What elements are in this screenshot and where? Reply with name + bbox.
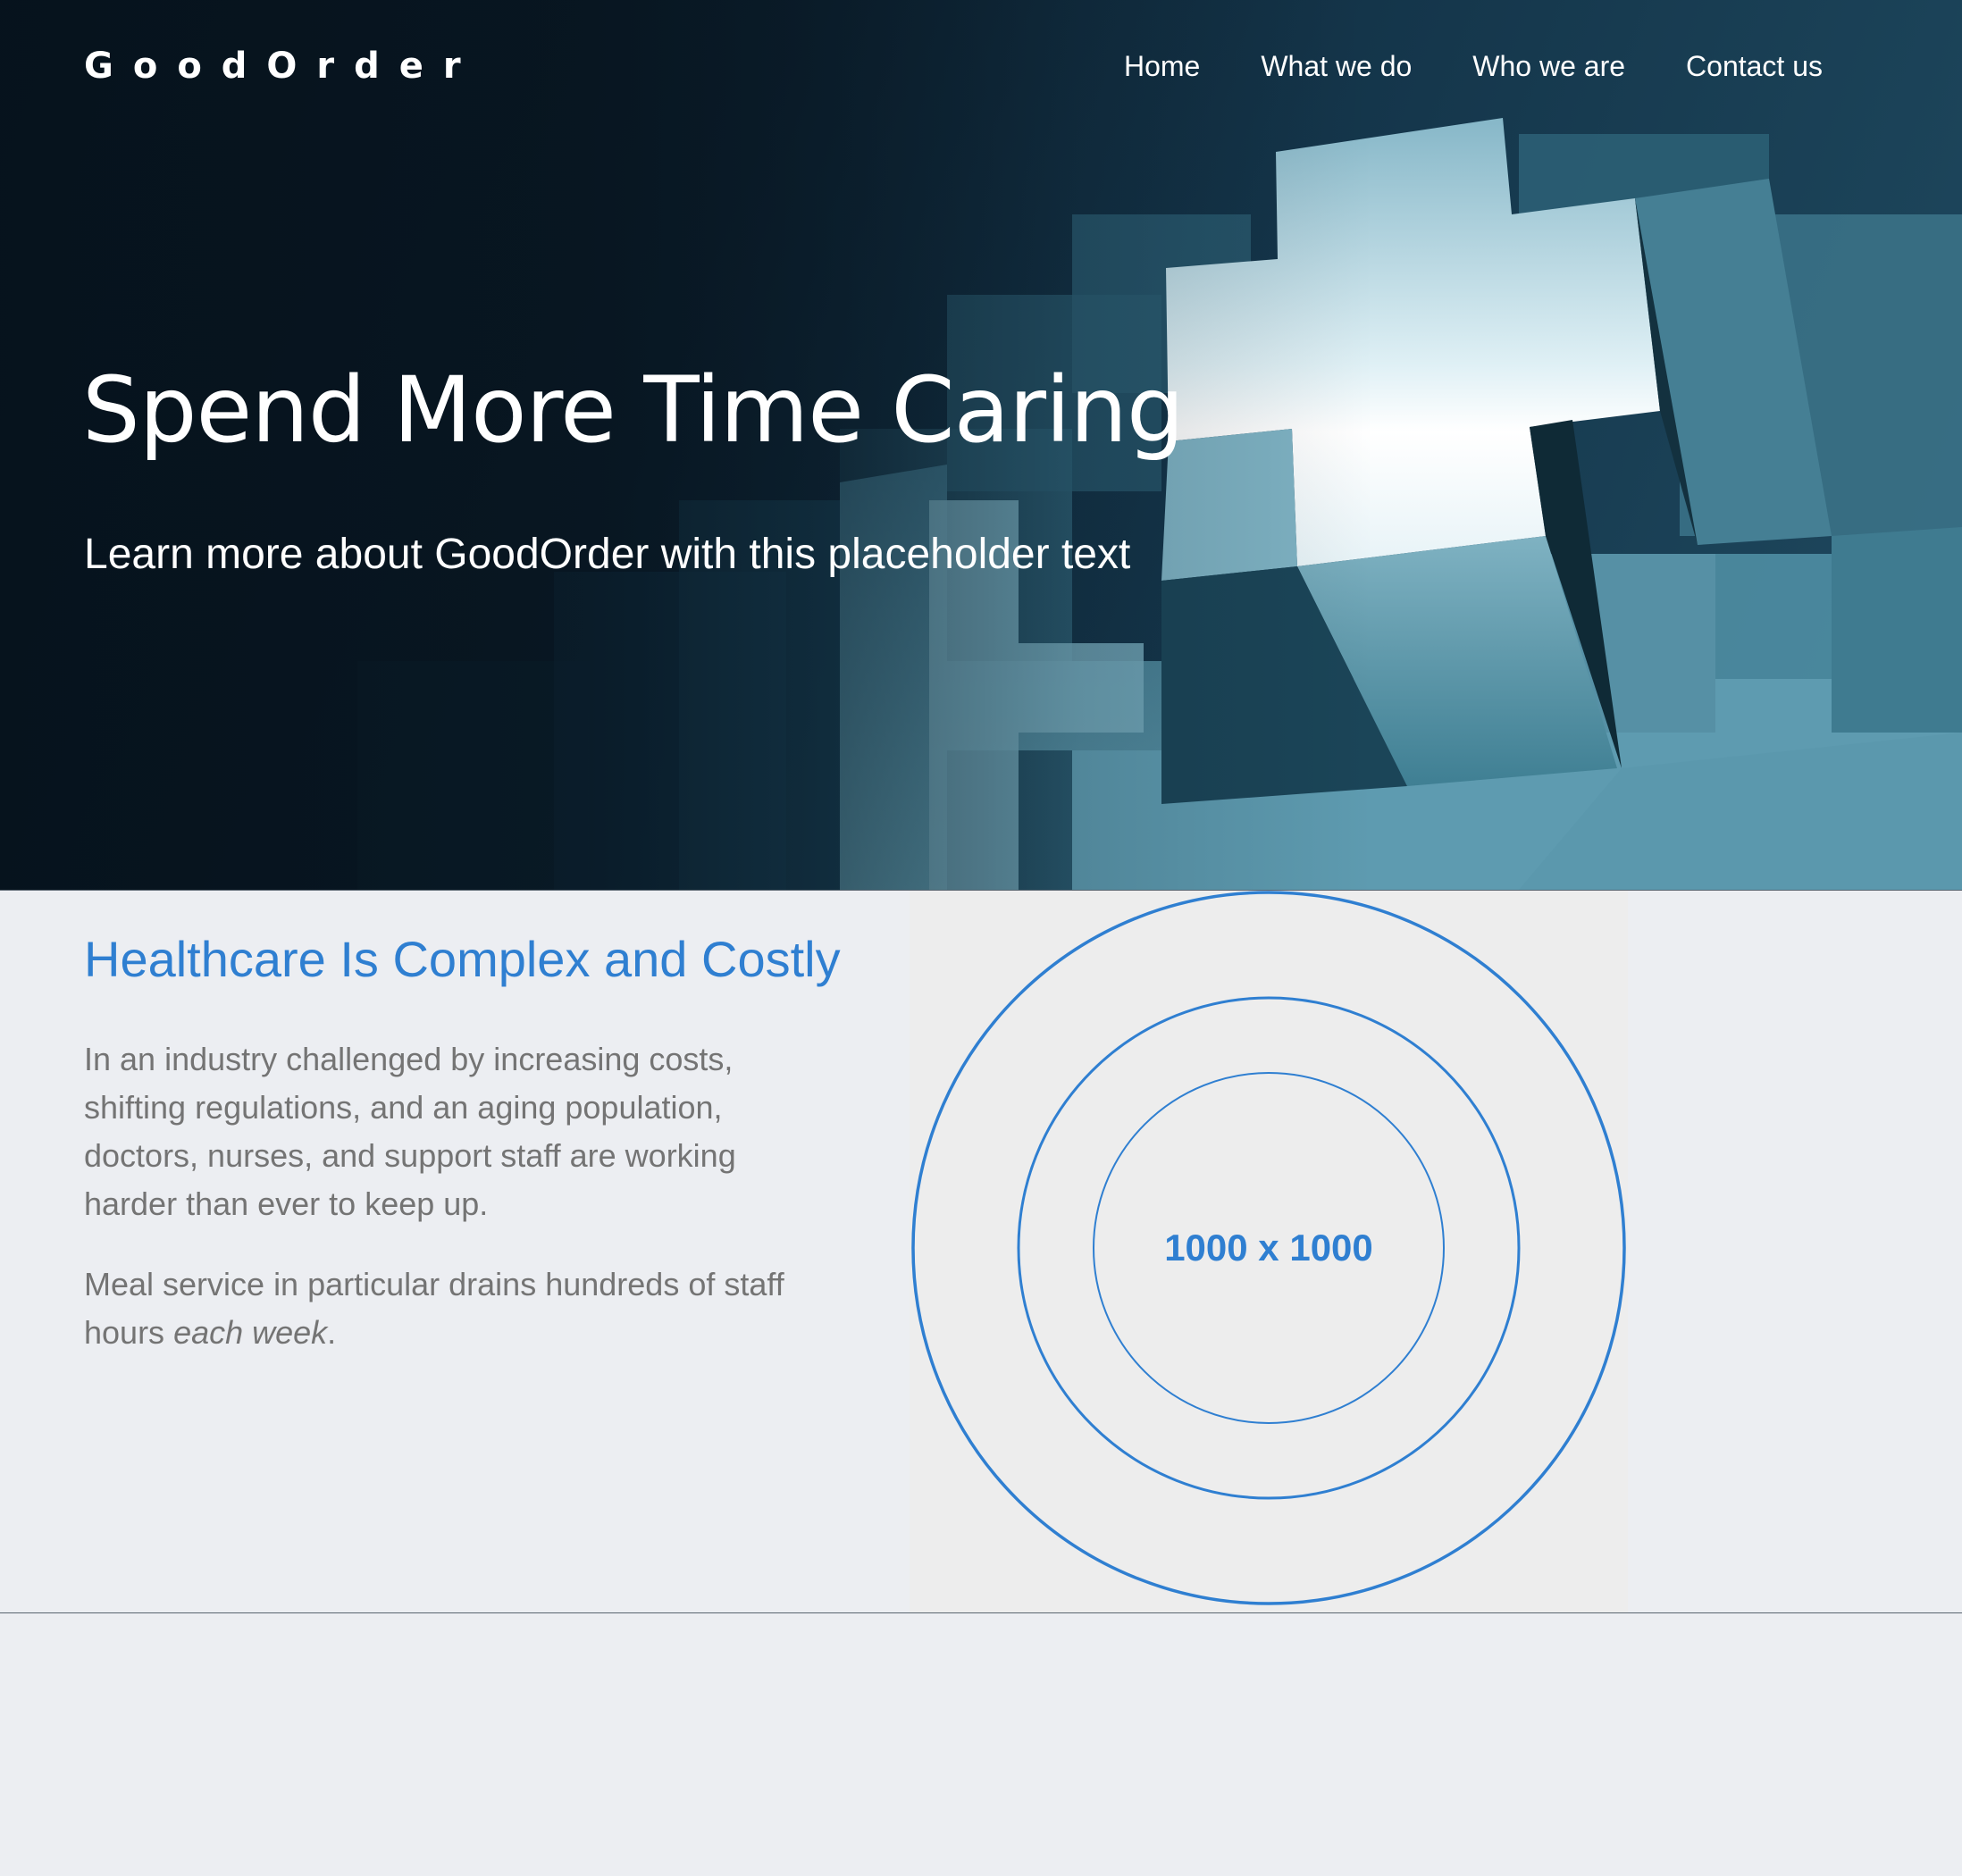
- section-paragraph-2: Meal service in particular drains hundre…: [84, 1260, 826, 1357]
- placeholder-dimensions-label: 1000 x 1000: [1164, 1227, 1373, 1269]
- section-paragraph-1: In an industry challenged by increasing …: [84, 1041, 736, 1222]
- intro-section: Healthcare Is Complex and Costly In an i…: [0, 890, 1962, 1613]
- placeholder-target-graphic: 1000 x 1000: [911, 891, 1626, 1605]
- nav-who-we-are-link[interactable]: Who we are: [1472, 46, 1625, 86]
- brand-logo[interactable]: GoodOrder: [84, 39, 481, 93]
- paragraph-2-end: .: [327, 1314, 337, 1351]
- hero-subtitle: Learn more about GoodOrder with this pla…: [84, 531, 1131, 578]
- nav-what-we-do-link[interactable]: What we do: [1261, 46, 1412, 86]
- section-title: Healthcare Is Complex and Costly: [84, 931, 841, 987]
- nav-contact-us-link[interactable]: Contact us: [1686, 46, 1823, 86]
- hero-banner: GoodOrder Home What we do Who we are Con…: [0, 0, 1962, 890]
- main-nav: Home What we do Who we are Contact us: [1124, 46, 1823, 86]
- hero-title: Spend More Time Caring: [82, 357, 1185, 464]
- paragraph-2-emphasis: each week: [173, 1314, 328, 1351]
- nav-home-link[interactable]: Home: [1124, 46, 1200, 86]
- placeholder-image: 1000 x 1000: [910, 891, 1628, 1612]
